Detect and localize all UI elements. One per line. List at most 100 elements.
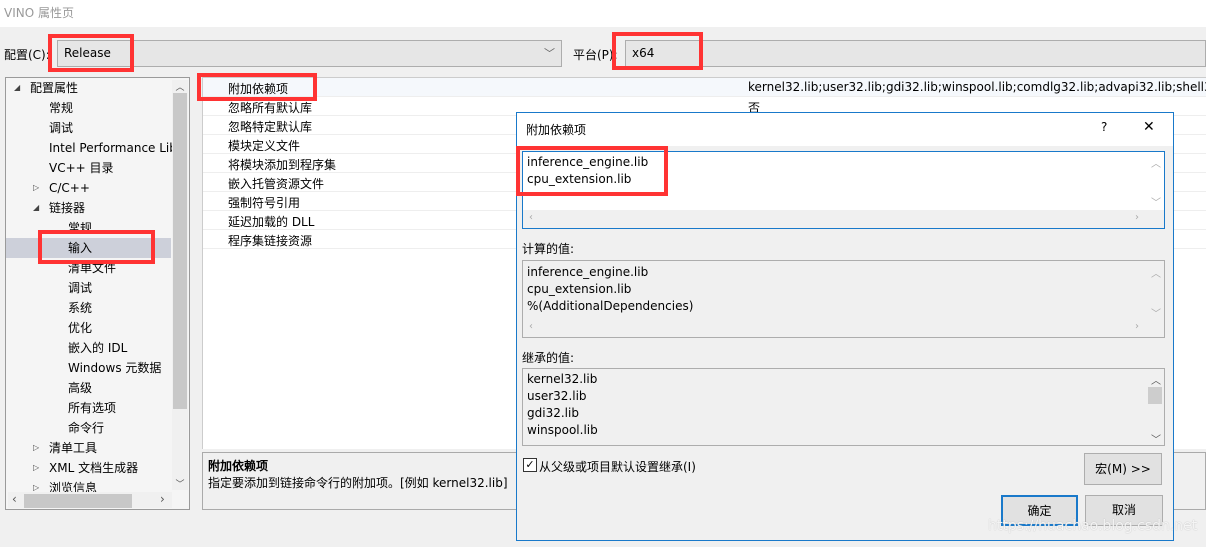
watermark: https://huachao.blog.csdn.net (988, 518, 1198, 534)
config-label: 配置(C): (4, 48, 50, 62)
property-name: 将模块添加到程序集 (228, 158, 337, 172)
tree-item-label: 命令行 (68, 421, 105, 435)
tree-item[interactable]: ▷ C/C++ (33, 178, 90, 198)
tree-item[interactable]: 常规 (68, 218, 92, 238)
inherited-line: winspool.lib (527, 423, 598, 437)
tree-item-label: VC++ 目录 (49, 161, 114, 175)
tree-item-label: 调试 (49, 121, 74, 135)
tree-item-label: 输入 (68, 241, 93, 255)
dialog-title-bar (517, 113, 1173, 146)
inherited-values-box: kernel32.lib user32.lib gdi32.lib winspo… (522, 368, 1165, 446)
edit-h-scrollbar[interactable] (523, 210, 1164, 228)
tree-item[interactable]: ▷ 清单工具 (33, 438, 98, 458)
tree-item[interactable]: ◢ 链接器 (33, 198, 86, 218)
tree-item[interactable]: 清单文件 (68, 258, 116, 278)
expanded-arrow-icon[interactable]: ◢ (33, 198, 39, 218)
expanded-arrow-icon[interactable]: ◢ (14, 78, 20, 98)
computed-line: inference_engine.lib (527, 265, 649, 279)
additional-dependencies-dialog: 附加依赖项 ? ✕ inference_engine.lib cpu_exten… (516, 112, 1174, 541)
close-icon[interactable]: ✕ (1143, 119, 1155, 135)
config-combobox[interactable]: Release ﹀ (57, 40, 562, 67)
computed-line: %(AdditionalDependencies) (527, 299, 694, 313)
platform-combobox[interactable]: x64 (625, 40, 1206, 67)
config-value: Release (64, 46, 111, 60)
title-bar (0, 0, 1206, 27)
inherited-line: user32.lib (527, 389, 587, 403)
scroll-thumb[interactable] (173, 93, 187, 409)
tree-item[interactable]: 调试 (49, 118, 73, 138)
tree-item-label: 配置属性 (30, 81, 79, 95)
inherited-scroll-thumb[interactable] (1148, 387, 1162, 404)
computed-values-box: inference_engine.lib cpu_extension.lib %… (522, 260, 1165, 338)
dialog-title: 附加依赖项 (526, 123, 587, 137)
tree-item[interactable]: 常规 (49, 98, 73, 118)
property-name: 强制符号引用 (228, 196, 301, 210)
tree-item-label: XML 文档生成器 (49, 461, 139, 475)
tree-item[interactable]: 优化 (68, 318, 92, 338)
tree-item-label: C/C++ (49, 181, 90, 195)
dependencies-edit[interactable]: inference_engine.lib cpu_extension.lib ︿… (522, 151, 1165, 229)
scroll-right-icon[interactable]: › (160, 492, 165, 506)
tree-item-label: 常规 (68, 221, 93, 235)
macro-button[interactable]: 宏(M) >> (1084, 453, 1162, 485)
property-name: 模块定义文件 (228, 139, 301, 153)
tree-item[interactable]: 嵌入的 IDL (68, 338, 127, 358)
description-text: 指定要添加到链接命令行的附加项。[例如 kernel32.lib] (208, 476, 508, 490)
tree-item-label: 清单文件 (68, 261, 117, 275)
tree-item[interactable]: 所有选项 (68, 398, 116, 418)
description-title: 附加依赖项 (208, 459, 269, 473)
tree-horizontal-scrollbar[interactable]: ‹ › (8, 492, 172, 508)
inherited-line: gdi32.lib (527, 406, 579, 420)
inherit-checkbox[interactable]: ✓ (523, 458, 537, 472)
tree-item[interactable]: 命令行 (68, 418, 104, 438)
inherited-line: kernel32.lib (527, 372, 598, 386)
edit-line: inference_engine.lib (527, 155, 649, 169)
property-tree[interactable]: ◢ 配置属性 常规 调试 Intel Performance Lib VC++ 目录 ▷ C/… (5, 77, 190, 510)
computed-line: cpu_extension.lib (527, 282, 632, 296)
tree-item-label: 系统 (68, 301, 93, 315)
edit-line: cpu_extension.lib (527, 172, 632, 186)
tree-item-label: Windows 元数据 (68, 361, 162, 375)
help-button[interactable]: ? (1101, 120, 1107, 134)
tree-item-label: 所有选项 (68, 401, 117, 415)
tree-item[interactable]: Windows 元数据 (68, 358, 161, 378)
tree-vertical-scrollbar[interactable]: ︿ ﹀ (172, 80, 188, 490)
tree-item[interactable]: 调试 (68, 278, 92, 298)
platform-label: 平台(P): (573, 48, 618, 62)
tree-item[interactable]: ◢ 配置属性 (14, 78, 79, 98)
chevron-down-icon: ﹀ (544, 47, 555, 60)
tree-item-label: 常规 (49, 101, 74, 115)
inherited-label: 继承的值: (522, 351, 575, 365)
tree-item-label: 高级 (68, 381, 93, 395)
tree-item[interactable]: 高级 (68, 378, 92, 398)
tree-item-label: 清单工具 (49, 441, 98, 455)
h-scroll-thumb[interactable] (24, 494, 132, 508)
platform-value: x64 (632, 46, 655, 60)
inherit-checkbox-label: 从父级或项目默认设置继承(I) (539, 460, 696, 474)
tree-item[interactable]: ▷ XML 文档生成器 (33, 458, 139, 478)
tree-item-label: 链接器 (49, 201, 86, 215)
property-name: 忽略特定默认库 (228, 120, 313, 134)
scroll-left-icon[interactable]: ‹ (12, 492, 17, 506)
tree-item[interactable]: 输入 (6, 238, 171, 258)
scroll-up-icon[interactable]: ︿ (172, 80, 188, 93)
property-row[interactable]: 附加依赖项 kernel32.lib;user32.lib;gdi32.lib;w… (203, 78, 1206, 97)
collapsed-arrow-icon[interactable]: ▷ (33, 178, 39, 198)
property-name: 延迟加载的 DLL (228, 215, 315, 229)
property-name: 附加依赖项 (228, 82, 289, 96)
computed-label: 计算的值: (522, 242, 575, 256)
tree-item-label: 调试 (68, 281, 93, 295)
tree-item[interactable]: 系统 (68, 298, 92, 318)
collapsed-arrow-icon[interactable]: ▷ (33, 438, 39, 458)
collapsed-arrow-icon[interactable]: ▷ (33, 458, 39, 478)
tree-item[interactable]: VC++ 目录 (49, 158, 114, 178)
property-name: 嵌入托管资源文件 (228, 177, 325, 191)
property-name: 忽略所有默认库 (228, 101, 313, 115)
window-title: VINO 属性页 (4, 6, 74, 20)
scroll-down-icon[interactable]: ﹀ (172, 477, 188, 490)
property-value: kernel32.lib;user32.lib;gdi32.lib;winspo… (748, 80, 1206, 94)
tree-item-label: Intel Performance Lib (49, 141, 177, 155)
tree-item-label: 优化 (68, 321, 93, 335)
tree-item[interactable]: Intel Performance Lib (49, 138, 177, 158)
tree-item-label: 嵌入的 IDL (68, 341, 128, 355)
